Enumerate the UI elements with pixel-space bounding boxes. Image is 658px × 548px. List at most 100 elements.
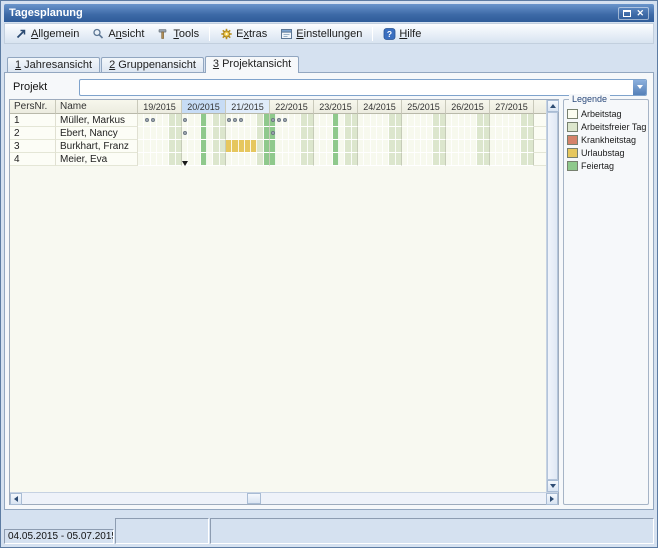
menu-item-label: Ansicht bbox=[108, 28, 144, 40]
day-cell[interactable] bbox=[396, 114, 401, 126]
menu-item-ansicht[interactable]: Ansicht bbox=[86, 26, 150, 42]
col-header-week-19-2015[interactable]: 19/2015 bbox=[138, 100, 182, 114]
week-cell bbox=[446, 114, 490, 127]
nav-arrow-icon bbox=[15, 28, 28, 40]
week-cell bbox=[182, 127, 226, 140]
projekt-combobox[interactable] bbox=[79, 79, 647, 96]
day-cell[interactable] bbox=[352, 153, 357, 165]
col-header-week-21-2015[interactable]: 21/2015 bbox=[226, 100, 270, 114]
status-panel-2 bbox=[115, 518, 209, 544]
col-header-week-22-2015[interactable]: 22/2015 bbox=[270, 100, 314, 114]
menu-item-extras[interactable]: Extras bbox=[214, 26, 273, 42]
projekt-row: Projekt bbox=[9, 77, 649, 97]
day-cell[interactable] bbox=[528, 140, 533, 152]
persnr-cell: 4 bbox=[10, 153, 56, 166]
projekt-dropdown-button[interactable] bbox=[633, 80, 646, 95]
person-row[interactable]: 2Ebert, Nancy bbox=[10, 127, 546, 140]
day-cell[interactable] bbox=[352, 114, 357, 126]
day-cell[interactable] bbox=[308, 153, 313, 165]
week-cell bbox=[446, 153, 490, 166]
horizontal-scroll-track[interactable] bbox=[22, 493, 546, 504]
menu-item-tools[interactable]: Tools bbox=[151, 26, 205, 42]
close-icon: ✕ bbox=[636, 9, 644, 18]
day-cell[interactable] bbox=[264, 114, 269, 126]
chevron-down-icon bbox=[637, 85, 643, 89]
day-cell[interactable] bbox=[264, 127, 269, 139]
week-cell bbox=[182, 153, 226, 166]
scroll-down-button[interactable] bbox=[547, 480, 559, 492]
vertical-scrollbar[interactable] bbox=[546, 100, 558, 492]
day-cell[interactable] bbox=[220, 153, 225, 165]
day-cell[interactable] bbox=[484, 153, 489, 165]
tab-jahresansicht[interactable]: 1 Jahresansicht bbox=[7, 57, 100, 72]
title-bar[interactable]: Tagesplanung ✕ bbox=[4, 4, 654, 22]
col-header-week-23-2015[interactable]: 23/2015 bbox=[314, 100, 358, 114]
day-cell[interactable] bbox=[176, 127, 181, 139]
week-cell bbox=[182, 140, 226, 153]
day-cell[interactable] bbox=[220, 127, 225, 139]
day-cell[interactable] bbox=[528, 114, 533, 126]
week-cell bbox=[226, 140, 270, 153]
close-button[interactable]: ✕ bbox=[636, 9, 644, 18]
person-row[interactable]: 3Burkhart, Franz bbox=[10, 140, 546, 153]
horizontal-scroll-thumb[interactable] bbox=[247, 493, 261, 504]
col-header-week-20-2015[interactable]: 20/2015 bbox=[182, 100, 226, 114]
tab-gruppenansicht[interactable]: 2 Gruppenansicht bbox=[101, 57, 204, 72]
day-cell[interactable] bbox=[176, 153, 181, 165]
day-cell[interactable] bbox=[440, 153, 445, 165]
week-cell bbox=[358, 114, 402, 127]
week-cell bbox=[402, 153, 446, 166]
day-cell[interactable] bbox=[440, 140, 445, 152]
day-cell[interactable] bbox=[264, 153, 269, 165]
day-cell[interactable] bbox=[484, 127, 489, 139]
scroll-up-button[interactable] bbox=[547, 100, 559, 112]
day-cell[interactable] bbox=[528, 127, 533, 139]
day-cell[interactable] bbox=[308, 140, 313, 152]
grid-rows: 1Müller, Markus2Ebert, Nancy3Burkhart, F… bbox=[10, 114, 546, 166]
legend-items: ArbeitstagArbeitsfreier TagKrankheitstag… bbox=[567, 109, 645, 171]
day-cell[interactable] bbox=[308, 127, 313, 139]
menu-item-label: Allgemein bbox=[31, 28, 79, 40]
restore-icon bbox=[623, 10, 631, 17]
menu-item-allgemein[interactable]: Allgemein bbox=[9, 26, 85, 42]
day-cell[interactable] bbox=[176, 114, 181, 126]
col-header-week-26-2015[interactable]: 26/2015 bbox=[446, 100, 490, 114]
day-cell[interactable] bbox=[396, 140, 401, 152]
menu-item-hilfe[interactable]: ?Hilfe bbox=[377, 26, 427, 42]
week-cell bbox=[314, 153, 358, 166]
restore-button[interactable] bbox=[623, 10, 631, 17]
scroll-left-button[interactable] bbox=[10, 493, 22, 505]
week-cell bbox=[490, 153, 534, 166]
col-header-name[interactable]: Name bbox=[56, 100, 138, 114]
arrow-down-icon bbox=[550, 484, 556, 488]
vertical-scroll-track[interactable] bbox=[547, 112, 558, 480]
day-cell[interactable] bbox=[484, 140, 489, 152]
scroll-right-button[interactable] bbox=[546, 493, 558, 505]
day-cell[interactable] bbox=[528, 153, 533, 165]
day-cell[interactable] bbox=[440, 114, 445, 126]
menu-item-einstellungen[interactable]: Einstellungen bbox=[274, 26, 368, 42]
col-header-persnr[interactable]: PersNr. bbox=[10, 100, 56, 114]
day-cell[interactable] bbox=[396, 127, 401, 139]
horizontal-scrollbar[interactable] bbox=[10, 492, 558, 504]
col-header-week-24-2015[interactable]: 24/2015 bbox=[358, 100, 402, 114]
person-row[interactable]: 4Meier, Eva bbox=[10, 153, 546, 166]
week-cell bbox=[314, 127, 358, 140]
week-cell bbox=[270, 140, 314, 153]
day-cell[interactable] bbox=[264, 140, 269, 152]
day-cell[interactable] bbox=[220, 140, 225, 152]
day-cell[interactable] bbox=[308, 114, 313, 126]
week-cell bbox=[402, 140, 446, 153]
day-cell[interactable] bbox=[220, 114, 225, 126]
day-cell[interactable] bbox=[484, 114, 489, 126]
tab-projektansicht[interactable]: 3 Projektansicht bbox=[205, 56, 299, 73]
vertical-scroll-thumb[interactable] bbox=[547, 112, 558, 480]
col-header-week-27-2015[interactable]: 27/2015 bbox=[490, 100, 534, 114]
day-cell[interactable] bbox=[352, 127, 357, 139]
day-cell[interactable] bbox=[176, 140, 181, 152]
day-cell[interactable] bbox=[352, 140, 357, 152]
day-cell[interactable] bbox=[396, 153, 401, 165]
person-row[interactable]: 1Müller, Markus bbox=[10, 114, 546, 127]
col-header-week-25-2015[interactable]: 25/2015 bbox=[402, 100, 446, 114]
day-cell[interactable] bbox=[440, 127, 445, 139]
